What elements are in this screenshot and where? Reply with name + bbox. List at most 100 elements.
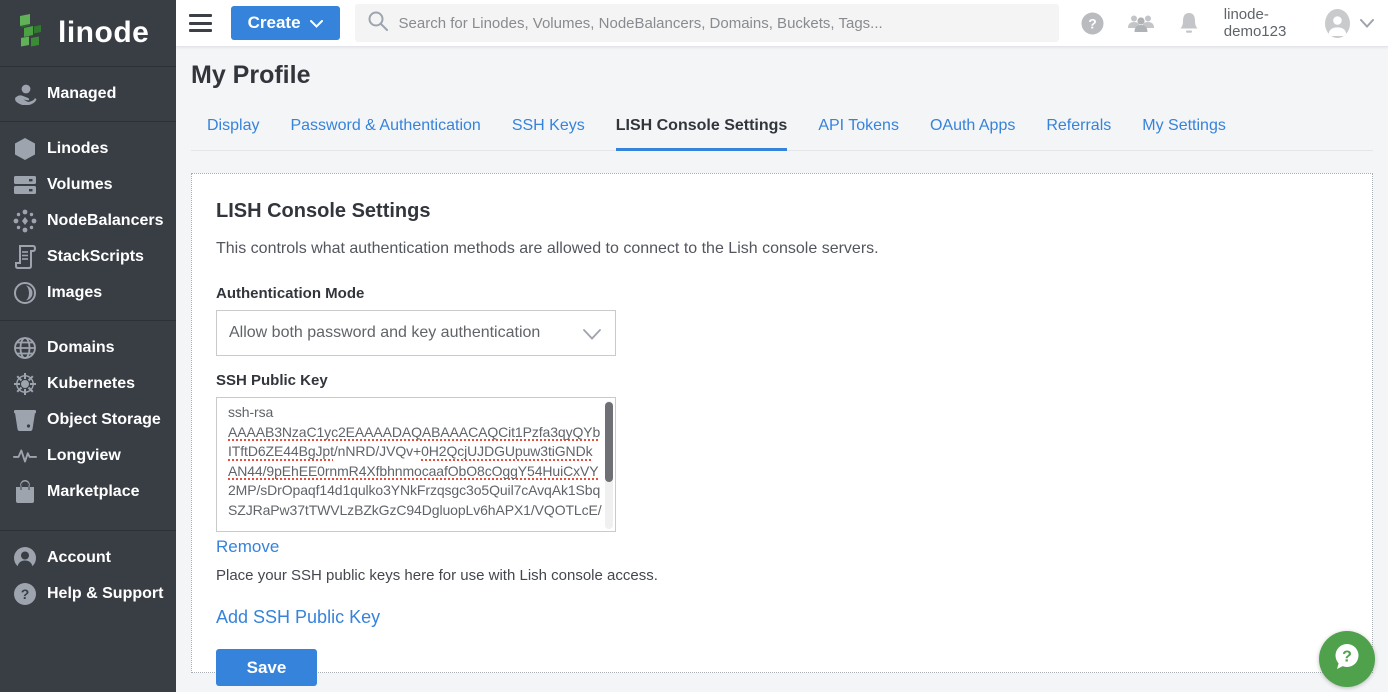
sidebar-item-images[interactable]: Images [0, 275, 176, 311]
ssh-key-line: 2MP/sDrOpaqf14d1qulko3YNkFrzqsgc3o5Quil7… [228, 481, 597, 501]
sidebar-group: Linodes Volumes NodeBalancers StackScripts I… [0, 122, 176, 321]
sidebar-item-domains[interactable]: Domains [0, 330, 176, 366]
create-button[interactable]: Create [231, 6, 340, 40]
sidebar-item-longview[interactable]: Longview [0, 438, 176, 474]
auth-mode-select[interactable]: Allow both password and key authenticati… [216, 310, 616, 356]
auth-mode-value: Allow both password and key authenticati… [229, 324, 540, 342]
ssh-key-line: ITftD6ZE44BgJpt/nNRD/JVQv+0H2QcjUJDGUpuw… [228, 442, 597, 462]
linode-cube-icon [13, 137, 37, 161]
tab-referrals[interactable]: Referrals [1046, 117, 1111, 151]
floating-help-button[interactable]: ? [1319, 631, 1375, 687]
help-circle-icon[interactable]: ? [1081, 12, 1104, 35]
sidebar-item-label: Help & Support [47, 585, 163, 603]
tab-password-authentication[interactable]: Password & Authentication [290, 117, 480, 151]
sidebar: linode Managed Linodes Volumes NodeBalancer… [0, 0, 176, 692]
hamburger-menu-icon[interactable] [189, 14, 212, 32]
ssh-key-line: AN44/9pEhEE0rnmR4XfbhnmocaafObO8cOggY54H… [228, 462, 597, 482]
account-person-icon [13, 546, 37, 570]
topbar-right: ? linode-demo123 [1059, 6, 1388, 40]
community-icon[interactable] [1126, 12, 1156, 34]
help-question-icon: ? [13, 582, 37, 606]
tab-ssh-keys[interactable]: SSH Keys [512, 117, 585, 151]
ssh-key-line: SZJRaPw37tTWVLzBZkGzC94DgluopLv6hAPX1/VQ… [228, 501, 597, 521]
sidebar-item-label: Kubernetes [47, 375, 135, 393]
tab-display[interactable]: Display [207, 117, 259, 151]
tab-my-settings[interactable]: My Settings [1142, 117, 1226, 151]
kubernetes-helm-icon [13, 372, 37, 396]
sidebar-item-account[interactable]: Account [0, 540, 176, 576]
sidebar-item-label: Longview [47, 447, 121, 465]
main-content: My Profile Display Password & Authenticat… [176, 47, 1388, 692]
volumes-icon [13, 173, 37, 197]
chevron-down-icon[interactable] [1360, 19, 1374, 28]
add-ssh-key-link[interactable]: Add SSH Public Key [216, 607, 380, 628]
images-icon [13, 281, 37, 305]
sidebar-item-linodes[interactable]: Linodes [0, 131, 176, 167]
stackscripts-icon [13, 245, 37, 269]
linode-logo[interactable]: linode [0, 0, 176, 67]
tab-oauth-apps[interactable]: OAuth Apps [930, 117, 1015, 151]
sidebar-nav: Managed Linodes Volumes NodeBalancers StackS… [0, 67, 176, 621]
sidebar-item-label: Volumes [47, 176, 113, 194]
sidebar-group: Domains Kubernetes Object Storage Longview M… [0, 321, 176, 531]
username[interactable]: linode-demo123 [1224, 6, 1316, 40]
search-input[interactable] [399, 15, 1047, 32]
sidebar-item-label: Domains [47, 339, 115, 357]
avatar[interactable] [1325, 9, 1350, 38]
sidebar-item-marketplace[interactable]: Marketplace [0, 474, 176, 510]
sidebar-item-label: Object Storage [47, 411, 161, 429]
nodebalancers-icon [13, 209, 37, 233]
svg-text:?: ? [1342, 648, 1352, 665]
notifications-bell-icon[interactable] [1178, 11, 1200, 35]
managed-icon [13, 82, 37, 106]
remove-key-link[interactable]: Remove [216, 537, 279, 557]
sidebar-item-label: StackScripts [47, 248, 144, 266]
lish-settings-panel: LISH Console Settings This controls what… [191, 173, 1373, 673]
linode-cubes-logo-icon [18, 14, 48, 53]
sidebar-item-nodebalancers[interactable]: NodeBalancers [0, 203, 176, 239]
sidebar-item-volumes[interactable]: Volumes [0, 167, 176, 203]
ssh-key-label: SSH Public Key [216, 372, 1348, 389]
sidebar-item-label: Managed [47, 85, 116, 103]
profile-tabs: Display Password & Authentication SSH Keys… [191, 117, 1373, 151]
tab-lish-console-settings[interactable]: LISH Console Settings [616, 117, 788, 151]
logo-wordmark: linode [58, 16, 149, 50]
textarea-scrollbar[interactable] [605, 401, 613, 529]
create-button-label: Create [248, 13, 301, 33]
sidebar-item-managed[interactable]: Managed [0, 76, 176, 112]
svg-text:?: ? [21, 586, 30, 602]
tab-api-tokens[interactable]: API Tokens [818, 117, 899, 151]
topbar: Create ? linode-demo123 [176, 0, 1388, 47]
chevron-down-icon [310, 13, 323, 33]
globe-icon [13, 336, 37, 360]
pulse-icon [13, 444, 37, 468]
ssh-key-line: ssh-rsa [228, 403, 597, 423]
scrollbar-thumb[interactable] [605, 402, 613, 482]
sidebar-item-kubernetes[interactable]: Kubernetes [0, 366, 176, 402]
save-button[interactable]: Save [216, 649, 317, 686]
page-title: My Profile [191, 47, 1373, 90]
svg-text:?: ? [1088, 15, 1097, 31]
auth-mode-label: Authentication Mode [216, 285, 1348, 302]
sidebar-item-label: Account [47, 549, 111, 567]
bucket-icon [13, 408, 37, 432]
sidebar-item-object-storage[interactable]: Object Storage [0, 402, 176, 438]
panel-description: This controls what authentication method… [216, 240, 1348, 258]
global-search[interactable] [355, 4, 1059, 42]
panel-heading: LISH Console Settings [216, 200, 1348, 223]
ssh-key-textarea[interactable]: ssh-rsaAAAAB3NzaC1yc2EAAAADAQABAAACAQCit… [216, 397, 616, 532]
sidebar-group: Managed [0, 67, 176, 122]
ssh-key-line: AAAAB3NzaC1yc2EAAAADAQABAAACAQCit1Pzfa3q… [228, 423, 597, 443]
sidebar-item-help-support[interactable]: ? Help & Support [0, 576, 176, 612]
sidebar-item-label: Marketplace [47, 483, 140, 501]
sidebar-item-label: Images [47, 284, 102, 302]
help-chat-icon: ? [1330, 640, 1364, 679]
search-icon [367, 10, 389, 37]
chevron-down-icon [583, 327, 601, 345]
shopping-bag-icon [13, 480, 37, 504]
sidebar-item-label: NodeBalancers [47, 212, 164, 230]
ssh-key-helper-text: Place your SSH public keys here for use … [216, 567, 1348, 584]
sidebar-item-label: Linodes [47, 140, 108, 158]
sidebar-item-stackscripts[interactable]: StackScripts [0, 239, 176, 275]
ssh-key-text: ssh-rsaAAAAB3NzaC1yc2EAAAADAQABAAACAQCit… [228, 403, 597, 521]
